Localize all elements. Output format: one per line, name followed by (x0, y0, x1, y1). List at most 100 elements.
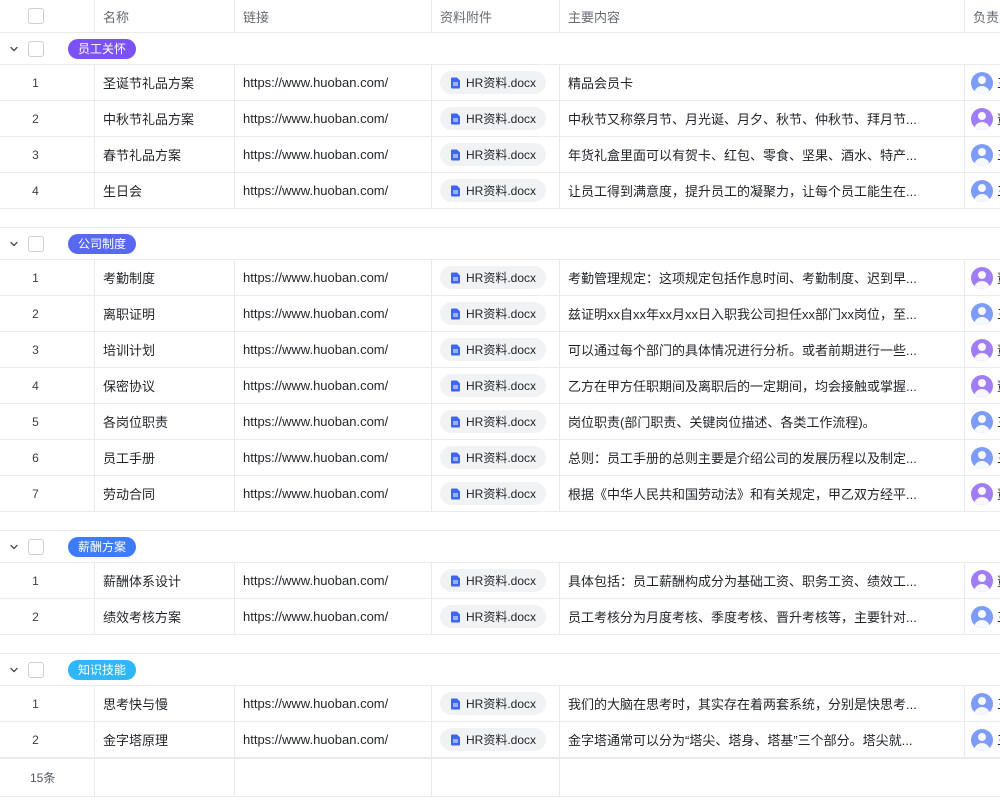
table-row[interactable]: 4 保密协议 https://www.huoban.com/ HR资料.docx… (0, 368, 1000, 404)
record-owner[interactable]: 三 (965, 65, 1000, 100)
record-name[interactable]: 离职证明 (95, 296, 235, 331)
record-owner[interactable]: 三 (965, 686, 1000, 721)
record-name[interactable]: 春节礼品方案 (95, 137, 235, 172)
row-selector-cell[interactable]: 7 (0, 476, 95, 511)
record-name[interactable]: 员工手册 (95, 440, 235, 475)
table-row[interactable]: 3 春节礼品方案 https://www.huoban.com/ HR资料.do… (0, 137, 1000, 173)
row-selector-cell[interactable]: 2 (0, 599, 95, 634)
table-row[interactable]: 2 离职证明 https://www.huoban.com/ HR资料.docx… (0, 296, 1000, 332)
record-name[interactable]: 考勤制度 (95, 260, 235, 295)
table-row[interactable]: 6 员工手册 https://www.huoban.com/ HR资料.docx… (0, 440, 1000, 476)
attachment-chip[interactable]: HR资料.docx (440, 302, 546, 325)
row-selector-cell[interactable]: 1 (0, 260, 95, 295)
table-row[interactable]: 2 中秋节礼品方案 https://www.huoban.com/ HR资料.d… (0, 101, 1000, 137)
attachment-chip[interactable]: HR资料.docx (440, 569, 546, 592)
record-link[interactable]: https://www.huoban.com/ (235, 404, 432, 439)
attachment-chip[interactable]: HR资料.docx (440, 143, 546, 166)
group-select-checkbox[interactable] (28, 662, 44, 678)
record-name[interactable]: 中秋节礼品方案 (95, 101, 235, 136)
record-owner[interactable]: 三 (965, 137, 1000, 172)
record-owner[interactable]: 三 (965, 296, 1000, 331)
attachment-chip[interactable]: HR资料.docx (440, 266, 546, 289)
record-name[interactable]: 生日会 (95, 173, 235, 208)
group-badge[interactable]: 员工关怀 (68, 39, 136, 59)
row-selector-cell[interactable]: 2 (0, 101, 95, 136)
record-link[interactable]: https://www.huoban.com/ (235, 476, 432, 511)
table-row[interactable]: 2 金字塔原理 https://www.huoban.com/ HR资料.doc… (0, 722, 1000, 758)
row-selector-cell[interactable]: 2 (0, 722, 95, 757)
record-link[interactable]: https://www.huoban.com/ (235, 599, 432, 634)
record-link[interactable]: https://www.huoban.com/ (235, 440, 432, 475)
collapse-group-icon[interactable] (9, 239, 19, 249)
group-select-checkbox[interactable] (28, 41, 44, 57)
record-owner[interactable]: 三 (965, 404, 1000, 439)
table-row[interactable]: 4 生日会 https://www.huoban.com/ HR资料.docx … (0, 173, 1000, 209)
table-row[interactable]: 7 劳动合同 https://www.huoban.com/ HR资料.docx… (0, 476, 1000, 512)
row-selector-cell[interactable]: 5 (0, 404, 95, 439)
record-owner[interactable]: 董 (965, 563, 1000, 598)
column-header-name[interactable]: 名称 (95, 0, 235, 32)
row-selector-cell[interactable]: 4 (0, 173, 95, 208)
group-badge[interactable]: 知识技能 (68, 660, 136, 680)
attachment-chip[interactable]: HR资料.docx (440, 107, 546, 130)
attachment-chip[interactable]: HR资料.docx (440, 482, 546, 505)
record-link[interactable]: https://www.huoban.com/ (235, 173, 432, 208)
record-owner[interactable]: 三 (965, 173, 1000, 208)
attachment-chip[interactable]: HR资料.docx (440, 692, 546, 715)
group-select-checkbox[interactable] (28, 236, 44, 252)
group-badge[interactable]: 公司制度 (68, 234, 136, 254)
record-name[interactable]: 圣诞节礼品方案 (95, 65, 235, 100)
record-name[interactable]: 金字塔原理 (95, 722, 235, 757)
collapse-group-icon[interactable] (9, 665, 19, 675)
record-name[interactable]: 各岗位职责 (95, 404, 235, 439)
record-name[interactable]: 培训计划 (95, 332, 235, 367)
record-name[interactable]: 绩效考核方案 (95, 599, 235, 634)
record-owner[interactable]: 三 (965, 599, 1000, 634)
record-link[interactable]: https://www.huoban.com/ (235, 563, 432, 598)
column-header-owner[interactable]: 负责人 (965, 0, 1000, 32)
table-row[interactable]: 5 各岗位职责 https://www.huoban.com/ HR资料.doc… (0, 404, 1000, 440)
record-link[interactable]: https://www.huoban.com/ (235, 368, 432, 403)
attachment-chip[interactable]: HR资料.docx (440, 728, 546, 751)
row-selector-cell[interactable]: 1 (0, 686, 95, 721)
column-header-link[interactable]: 链接 (235, 0, 432, 32)
record-link[interactable]: https://www.huoban.com/ (235, 260, 432, 295)
group-select-checkbox[interactable] (28, 539, 44, 555)
column-header-content[interactable]: 主要内容 (560, 0, 965, 32)
table-row[interactable]: 1 圣诞节礼品方案 https://www.huoban.com/ HR资料.d… (0, 65, 1000, 101)
record-owner[interactable]: 董 (965, 260, 1000, 295)
attachment-chip[interactable]: HR资料.docx (440, 179, 546, 202)
row-selector-cell[interactable]: 4 (0, 368, 95, 403)
table-row[interactable]: 2 绩效考核方案 https://www.huoban.com/ HR资料.do… (0, 599, 1000, 635)
record-link[interactable]: https://www.huoban.com/ (235, 686, 432, 721)
row-selector-cell[interactable]: 6 (0, 440, 95, 475)
row-selector-cell[interactable]: 2 (0, 296, 95, 331)
record-link[interactable]: https://www.huoban.com/ (235, 65, 432, 100)
attachment-chip[interactable]: HR资料.docx (440, 338, 546, 361)
record-link[interactable]: https://www.huoban.com/ (235, 332, 432, 367)
record-link[interactable]: https://www.huoban.com/ (235, 722, 432, 757)
row-selector-cell[interactable]: 3 (0, 137, 95, 172)
group-badge[interactable]: 薪酬方案 (68, 537, 136, 557)
row-selector-cell[interactable]: 3 (0, 332, 95, 367)
record-name[interactable]: 保密协议 (95, 368, 235, 403)
record-owner[interactable]: 三 (965, 440, 1000, 475)
record-link[interactable]: https://www.huoban.com/ (235, 296, 432, 331)
record-link[interactable]: https://www.huoban.com/ (235, 101, 432, 136)
attachment-chip[interactable]: HR资料.docx (440, 446, 546, 469)
table-row[interactable]: 1 思考快与慢 https://www.huoban.com/ HR资料.doc… (0, 686, 1000, 722)
collapse-group-icon[interactable] (9, 44, 19, 54)
record-owner[interactable]: 董 (965, 101, 1000, 136)
select-all-checkbox[interactable] (28, 8, 44, 24)
record-owner[interactable]: 董 (965, 368, 1000, 403)
attachment-chip[interactable]: HR资料.docx (440, 410, 546, 433)
collapse-group-icon[interactable] (9, 542, 19, 552)
attachment-chip[interactable]: HR资料.docx (440, 605, 546, 628)
record-owner[interactable]: 董 (965, 476, 1000, 511)
row-selector-cell[interactable]: 1 (0, 65, 95, 100)
attachment-chip[interactable]: HR资料.docx (440, 374, 546, 397)
row-selector-cell[interactable]: 1 (0, 563, 95, 598)
record-link[interactable]: https://www.huoban.com/ (235, 137, 432, 172)
table-row[interactable]: 1 考勤制度 https://www.huoban.com/ HR资料.docx… (0, 260, 1000, 296)
record-name[interactable]: 薪酬体系设计 (95, 563, 235, 598)
